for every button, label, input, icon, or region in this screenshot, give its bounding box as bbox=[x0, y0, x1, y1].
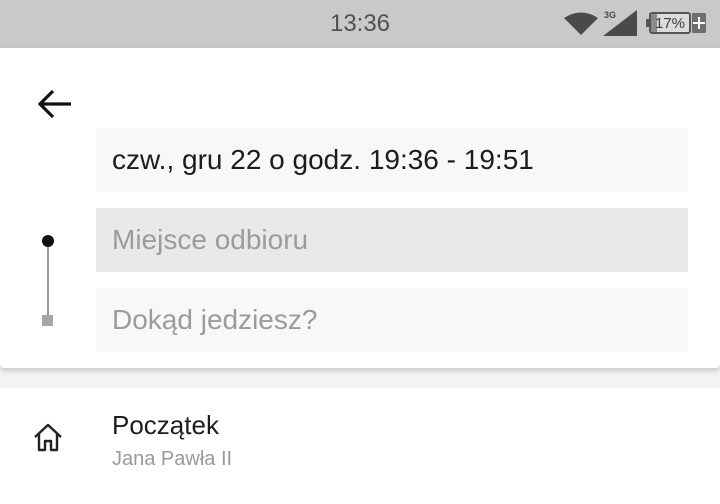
destination-marker-icon bbox=[42, 315, 53, 326]
pickup-time-selector[interactable]: czw., gru 22 o godz. 19:36 - 19:51 bbox=[96, 128, 688, 192]
route-connector bbox=[47, 247, 49, 315]
home-icon bbox=[34, 423, 62, 452]
trip-card: czw., gru 22 o godz. 19:36 - 19:51 bbox=[0, 48, 720, 368]
saved-place-home[interactable]: Początek Jana Pawła II bbox=[0, 388, 720, 504]
saved-place-title: Początek bbox=[112, 410, 219, 440]
network-type-label: 3G bbox=[604, 10, 617, 20]
destination-input[interactable] bbox=[96, 288, 688, 352]
battery-level: 17% bbox=[654, 15, 686, 32]
wifi-icon bbox=[564, 12, 598, 35]
pickup-marker-icon bbox=[42, 235, 54, 247]
status-bar: 13:36 3G 17% bbox=[0, 0, 720, 48]
saved-place-address: Jana Pawła II bbox=[112, 448, 233, 470]
pickup-location-input[interactable] bbox=[96, 208, 688, 272]
arrow-left-icon bbox=[38, 89, 71, 119]
back-button[interactable] bbox=[30, 82, 82, 128]
